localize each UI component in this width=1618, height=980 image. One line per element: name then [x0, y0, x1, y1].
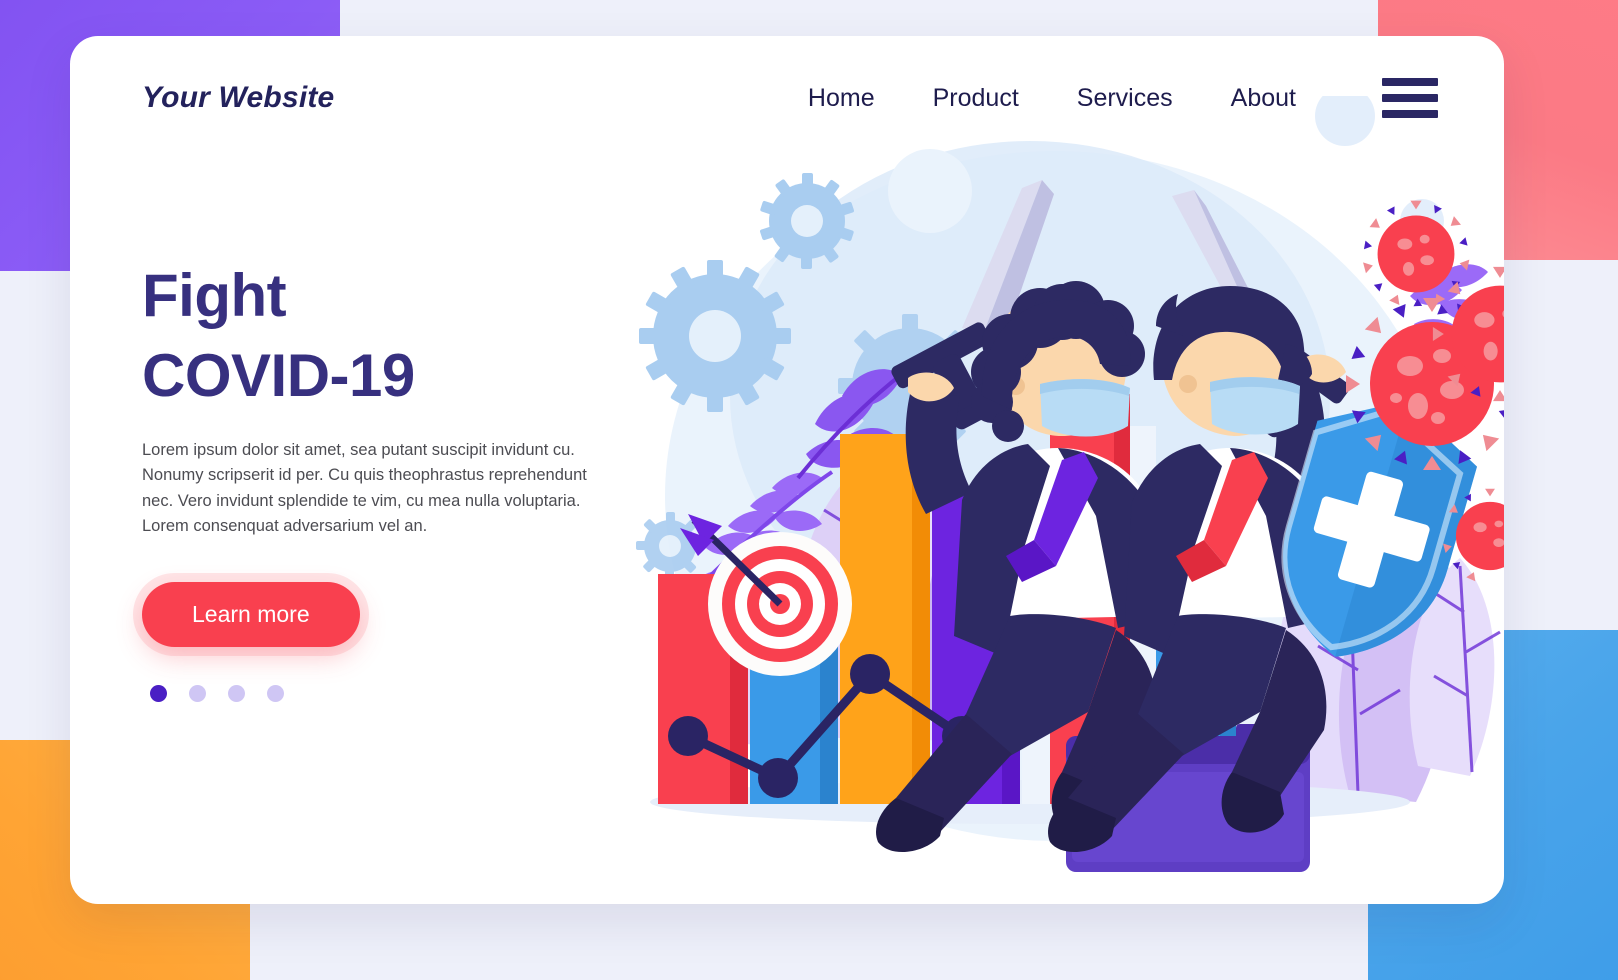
hero-paragraph: Lorem ipsum dolor sit amet, sea putant s…: [142, 440, 587, 536]
data-point: [668, 716, 708, 756]
site-header: Your Website Home Product Services About: [70, 36, 1504, 160]
nav-item-about[interactable]: About: [1231, 84, 1296, 113]
nav-item-services[interactable]: Services: [1077, 84, 1173, 113]
carousel-dot-3[interactable]: [228, 684, 245, 702]
nav-item-product[interactable]: Product: [933, 84, 1019, 113]
hamburger-bar: [1382, 78, 1438, 86]
hero-title-line-1: Fight: [142, 262, 287, 329]
carousel-dots: [150, 684, 612, 702]
page-title: Fight COVID-19: [142, 256, 612, 416]
carousel-dot-2[interactable]: [189, 684, 206, 702]
hamburger-bar: [1382, 110, 1438, 118]
site-logo[interactable]: Your Website: [142, 81, 334, 115]
nav-item-home[interactable]: Home: [808, 84, 875, 113]
hero-content: Fight COVID-19 Lorem ipsum dolor sit ame…: [142, 256, 612, 702]
hero-illustration: [610, 96, 1504, 904]
landing-page-card: Your Website Home Product Services About…: [70, 36, 1504, 904]
carousel-dot-1[interactable]: [150, 684, 167, 702]
page-root: Your Website Home Product Services About…: [0, 0, 1618, 980]
hero-title-line-2: COVID-19: [142, 341, 415, 409]
hamburger-bar: [1382, 94, 1438, 102]
learn-more-button[interactable]: Learn more: [142, 581, 360, 647]
main-navigation: Home Product Services About: [808, 78, 1438, 118]
data-point: [758, 758, 798, 798]
carousel-dot-4[interactable]: [267, 684, 284, 702]
data-point: [850, 654, 890, 694]
hamburger-menu-icon[interactable]: [1382, 78, 1438, 118]
